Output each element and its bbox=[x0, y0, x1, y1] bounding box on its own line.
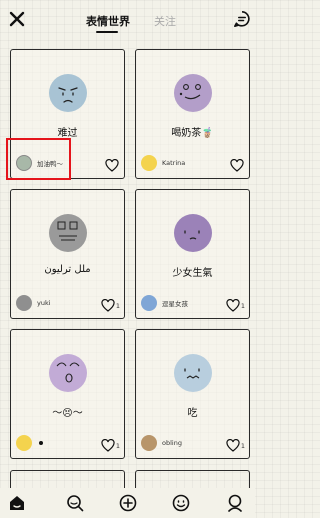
heart-icon bbox=[101, 299, 115, 312]
add-icon[interactable] bbox=[119, 494, 137, 512]
avatar bbox=[16, 295, 32, 311]
card-title: 喝奶茶🧋 bbox=[171, 128, 214, 139]
like-button[interactable]: 1 bbox=[101, 299, 120, 312]
heart-icon bbox=[226, 299, 240, 312]
like-button[interactable]: 1 bbox=[226, 439, 245, 452]
card-title: 难过 bbox=[57, 128, 78, 139]
like-button[interactable] bbox=[105, 159, 120, 172]
like-button[interactable] bbox=[230, 159, 245, 172]
purple-face-icon bbox=[174, 214, 212, 252]
avatar bbox=[16, 435, 32, 451]
like-count: 1 bbox=[240, 301, 245, 310]
author-name: 逗星女孩 bbox=[162, 300, 188, 308]
card-author[interactable]: yuki bbox=[16, 295, 51, 311]
tab-indicator bbox=[96, 31, 118, 33]
smile-icon[interactable] bbox=[172, 494, 190, 512]
card-author[interactable]: obling bbox=[141, 435, 182, 451]
author-dot bbox=[39, 441, 43, 445]
like-count: 1 bbox=[115, 441, 120, 450]
bottom-nav bbox=[0, 488, 255, 518]
like-button[interactable]: 1 bbox=[226, 299, 245, 312]
card-author[interactable]: Katrina bbox=[141, 155, 185, 171]
sad-face-icon bbox=[49, 74, 87, 112]
emoji-card[interactable]: ～😣～ 1 bbox=[10, 329, 125, 459]
heart-icon bbox=[230, 159, 244, 172]
blue-face-icon bbox=[174, 354, 212, 392]
tab-following[interactable]: 关注 bbox=[154, 13, 176, 29]
card-author[interactable] bbox=[16, 435, 43, 451]
avatar bbox=[141, 155, 157, 171]
card-title: ～😣～ bbox=[52, 408, 83, 419]
like-button[interactable]: 1 bbox=[101, 439, 120, 452]
card-title: 少女生氣 bbox=[172, 268, 213, 279]
emoji-card[interactable]: 少女生氣 逗星女孩 1 bbox=[135, 189, 250, 319]
emoji-card[interactable]: 喝奶茶🧋 Katrina bbox=[135, 49, 250, 179]
home-icon[interactable] bbox=[8, 494, 26, 512]
heart-icon bbox=[105, 159, 119, 172]
message-icon[interactable] bbox=[233, 10, 251, 28]
like-count: 1 bbox=[240, 441, 245, 450]
top-bar: 表情世界 关注 bbox=[0, 0, 255, 40]
dizzy-face-icon bbox=[49, 354, 87, 392]
emoji-card[interactable]: ملل ترليون yuki 1 bbox=[10, 189, 125, 319]
highlight-box bbox=[6, 138, 71, 180]
like-count: 1 bbox=[115, 301, 120, 310]
gray-face-icon bbox=[49, 214, 87, 252]
avatar bbox=[141, 295, 157, 311]
heart-icon bbox=[101, 439, 115, 452]
emoji-card[interactable]: 吃 obling 1 bbox=[135, 329, 250, 459]
author-name: obling bbox=[162, 439, 182, 447]
close-icon[interactable] bbox=[8, 10, 26, 28]
tab-emoji-world[interactable]: 表情世界 bbox=[86, 13, 130, 29]
profile-icon[interactable] bbox=[226, 494, 244, 512]
heart-icon bbox=[226, 439, 240, 452]
card-author[interactable]: 逗星女孩 bbox=[141, 295, 188, 311]
card-title: 吃 bbox=[187, 408, 198, 419]
search-icon[interactable] bbox=[66, 494, 84, 512]
author-name: Katrina bbox=[162, 159, 186, 167]
purple-face-icon bbox=[174, 74, 212, 112]
avatar bbox=[141, 435, 157, 451]
author-name: yuki bbox=[37, 299, 51, 307]
card-title: ملل ترليون bbox=[44, 264, 91, 275]
